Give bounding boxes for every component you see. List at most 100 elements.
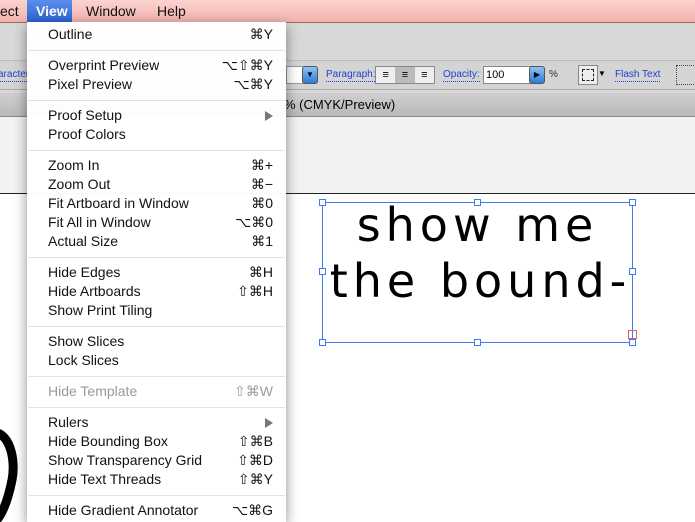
menu-item-label: Hide Gradient Annotator bbox=[48, 502, 199, 518]
menu-item-label: Proof Colors bbox=[48, 126, 126, 142]
menu-item-pixel-preview[interactable]: Pixel Preview ⌥⌘Y bbox=[48, 75, 273, 94]
menu-item-label: Zoom Out bbox=[48, 176, 111, 192]
menu-item-hide-edges[interactable]: Hide Edges ⌘H bbox=[48, 263, 273, 282]
view-menu: Outline ⌘Y Overprint Preview ⌥⇧⌘Y Pixel Prev… bbox=[27, 22, 286, 522]
submenu-arrow-icon bbox=[265, 111, 273, 121]
menu-item-lock-slices[interactable]: Lock Slices bbox=[48, 351, 273, 370]
menu-item-label: Hide Template bbox=[48, 383, 138, 399]
resize-handle[interactable] bbox=[629, 199, 636, 206]
menu-item-show-transparency-grid[interactable]: Show Transparency Grid ⇧⌘D bbox=[48, 451, 273, 470]
menu-item-shortcut: ⌘1 bbox=[251, 233, 273, 249]
menu-item-shortcut: ⌘+ bbox=[250, 157, 273, 173]
menu-separator bbox=[28, 407, 285, 408]
menu-item-shortcut: ⇧⌘Y bbox=[237, 471, 273, 487]
menu-item-label: Rulers bbox=[48, 414, 89, 430]
menu-separator bbox=[28, 376, 285, 377]
menu-item-shortcut: ⌥⇧⌘Y bbox=[221, 57, 273, 73]
menu-help[interactable]: Help bbox=[149, 0, 194, 22]
overflow-indicator-icon[interactable] bbox=[628, 330, 637, 339]
menu-item-fit-all-in-window[interactable]: Fit All in Window ⌥⌘0 bbox=[48, 213, 273, 232]
menu-item-label: Actual Size bbox=[48, 233, 119, 249]
artwork-shape[interactable] bbox=[0, 420, 30, 522]
menu-separator bbox=[28, 50, 285, 51]
menu-item-label: Show Print Tiling bbox=[48, 302, 153, 318]
menu-item-label: Pixel Preview bbox=[48, 76, 133, 92]
resize-handle[interactable] bbox=[319, 199, 326, 206]
menu-item-label: Outline bbox=[48, 26, 93, 42]
transform-icon[interactable] bbox=[676, 65, 695, 85]
menu-item-show-print-tiling[interactable]: Show Print Tiling bbox=[48, 301, 273, 320]
menu-item-show-slices[interactable]: Show Slices bbox=[48, 332, 273, 351]
opacity-input[interactable]: 100 bbox=[483, 66, 532, 84]
submenu-arrow-icon bbox=[265, 418, 273, 428]
menu-item-label: Overprint Preview bbox=[48, 57, 160, 73]
alignment-group: ≡ ≡ ≡ bbox=[375, 66, 435, 84]
text-line-2: the bound- bbox=[329, 254, 632, 308]
menu-item-shortcut: ⌘Y bbox=[249, 26, 273, 42]
menu-item-proof-setup[interactable]: Proof Setup bbox=[48, 106, 273, 125]
align-right-icon[interactable]: ≡ bbox=[415, 67, 434, 83]
resize-handle[interactable] bbox=[474, 339, 481, 346]
menu-item-label: Fit Artboard in Window bbox=[48, 195, 189, 211]
character-link[interactable]: aracter bbox=[0, 69, 30, 82]
menu-item-shortcut: ⌥⌘Y bbox=[233, 76, 273, 92]
menu-item-shortcut: ⌘H bbox=[248, 264, 273, 280]
menu-item-zoom-out[interactable]: Zoom Out ⌘− bbox=[48, 175, 273, 194]
menu-item-shortcut: ⇧⌘D bbox=[237, 452, 273, 468]
align-left-icon[interactable]: ≡ bbox=[376, 67, 395, 83]
menu-item-shortcut: ⌘− bbox=[250, 176, 273, 192]
menu-item-hide-template: Hide Template ⇧⌘W bbox=[48, 382, 273, 401]
menu-item-label: Show Transparency Grid bbox=[48, 452, 203, 468]
resize-handle[interactable] bbox=[319, 268, 326, 275]
flash-text-link[interactable]: Flash Text bbox=[615, 69, 661, 82]
menu-bar: ect View Window Help bbox=[0, 0, 695, 23]
menu-separator bbox=[28, 495, 285, 496]
menu-item-shortcut: ⌥⌘0 bbox=[235, 214, 273, 230]
menu-item-overprint-preview[interactable]: Overprint Preview ⌥⇧⌘Y bbox=[48, 56, 273, 75]
menu-item-hide-text-threads[interactable]: Hide Text Threads ⇧⌘Y bbox=[48, 470, 273, 489]
menu-item-label: Hide Artboards bbox=[48, 283, 141, 299]
menu-separator bbox=[28, 326, 285, 327]
menu-separator bbox=[28, 100, 285, 101]
document-title: % (CMYK/Preview) bbox=[284, 97, 396, 112]
menu-item-proof-colors[interactable]: Proof Colors bbox=[48, 125, 273, 144]
menu-item-outline[interactable]: Outline ⌘Y bbox=[48, 25, 273, 44]
menu-item-fit-artboard-in-window[interactable]: Fit Artboard in Window ⌘0 bbox=[48, 194, 273, 213]
resize-handle[interactable] bbox=[474, 199, 481, 206]
menu-view[interactable]: View bbox=[27, 0, 72, 22]
paragraph-link[interactable]: Paragraph: bbox=[326, 69, 376, 82]
opacity-arrow-icon[interactable]: ▶ bbox=[529, 66, 545, 84]
reference-point-icon[interactable] bbox=[578, 65, 598, 85]
chevron-down-icon[interactable]: ▼ bbox=[598, 69, 606, 78]
opacity-link[interactable]: Opacity: bbox=[443, 69, 480, 82]
menu-item-shortcut: ⌥⌘G bbox=[231, 502, 273, 518]
menu-item-label: Proof Setup bbox=[48, 107, 122, 123]
menu-item-label: Hide Bounding Box bbox=[48, 433, 168, 449]
menu-item-label: Hide Text Threads bbox=[48, 471, 162, 487]
dropdown-arrow-icon[interactable]: ▼ bbox=[302, 66, 318, 84]
menu-item-zoom-in[interactable]: Zoom In ⌘+ bbox=[48, 156, 273, 175]
menu-item-label: Zoom In bbox=[48, 157, 100, 173]
menu-separator bbox=[28, 150, 285, 151]
menu-item-label: Show Slices bbox=[48, 333, 125, 349]
menu-item-shortcut: ⌘0 bbox=[251, 195, 273, 211]
menu-select[interactable]: ect bbox=[0, 0, 27, 22]
menu-item-label: Fit All in Window bbox=[48, 214, 151, 230]
resize-handle[interactable] bbox=[319, 339, 326, 346]
menu-item-shortcut: ⇧⌘B bbox=[237, 433, 273, 449]
menu-item-hide-artboards[interactable]: Hide Artboards ⇧⌘H bbox=[48, 282, 273, 301]
resize-handle[interactable] bbox=[629, 339, 636, 346]
percent-label: % bbox=[549, 69, 558, 80]
menu-item-hide-bounding-box[interactable]: Hide Bounding Box ⇧⌘B bbox=[48, 432, 273, 451]
menu-window[interactable]: Window bbox=[78, 0, 144, 22]
text-frame[interactable]: show me the bound- bbox=[319, 198, 637, 346]
menu-item-label: Hide Edges bbox=[48, 264, 121, 280]
resize-handle[interactable] bbox=[629, 268, 636, 275]
menu-item-hide-gradient-annotator[interactable]: Hide Gradient Annotator ⌥⌘G bbox=[48, 501, 273, 520]
menu-item-rulers[interactable]: Rulers bbox=[48, 413, 273, 432]
menu-item-shortcut: ⇧⌘W bbox=[234, 383, 273, 399]
menu-separator bbox=[28, 257, 285, 258]
menu-item-shortcut: ⇧⌘H bbox=[237, 283, 273, 299]
menu-item-actual-size[interactable]: Actual Size ⌘1 bbox=[48, 232, 273, 251]
align-center-icon[interactable]: ≡ bbox=[395, 67, 415, 83]
